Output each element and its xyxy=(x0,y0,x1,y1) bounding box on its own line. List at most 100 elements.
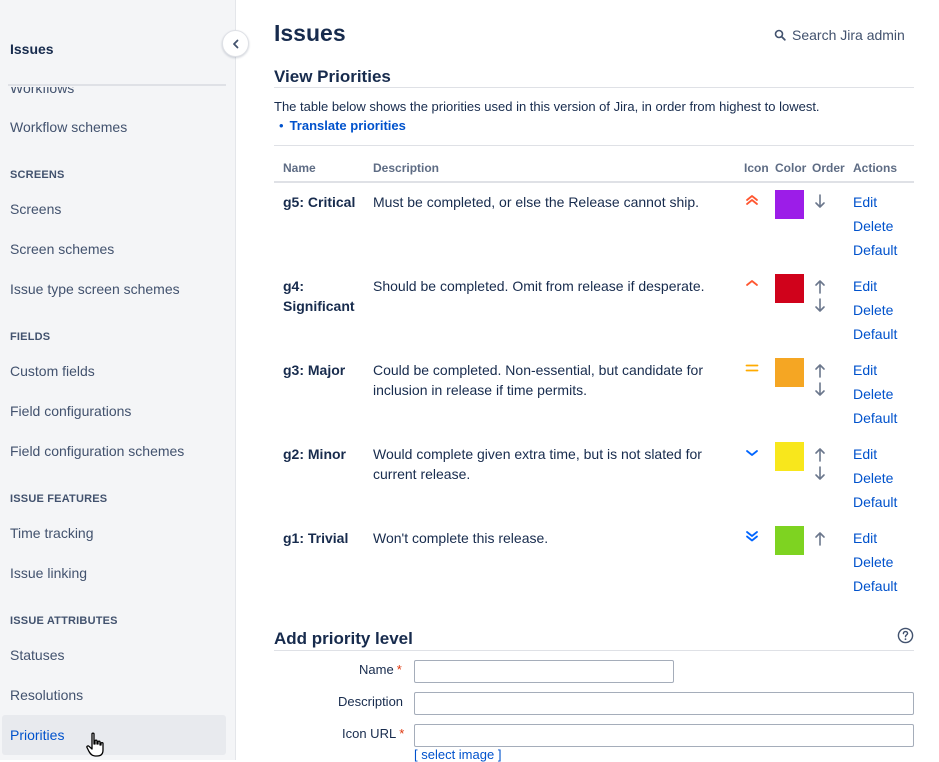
row-actions: Edit Delete Default xyxy=(853,190,913,262)
sidebar-title: Issues xyxy=(10,41,54,57)
translate-priorities-item: • Translate priorities xyxy=(279,118,406,133)
row-actions: Edit Delete Default xyxy=(853,274,913,346)
table-row: g3: Major Could be completed. Non-essent… xyxy=(274,350,914,434)
table-top-border xyxy=(274,145,914,146)
section-divider xyxy=(274,87,914,88)
section-divider xyxy=(274,650,914,651)
priority-description: Would complete given extra time, but is … xyxy=(373,446,702,482)
sidebar-item-screen-schemes[interactable]: Screen schemes xyxy=(10,241,114,257)
chevron-left-icon xyxy=(232,39,238,48)
order-controls xyxy=(812,276,828,316)
icon-url-input[interactable] xyxy=(414,724,914,747)
icon-url-label-text: Icon URL xyxy=(342,726,397,741)
sidebar-heading-screens: SCREENS xyxy=(10,169,65,181)
delete-link[interactable]: Delete xyxy=(853,382,913,406)
name-field-label: Name * xyxy=(359,662,402,677)
column-header-icon: Icon xyxy=(744,161,769,175)
column-header-order: Order xyxy=(812,161,845,175)
default-link[interactable]: Default xyxy=(853,574,913,598)
priority-description: Should be completed. Omit from release i… xyxy=(373,278,705,294)
priority-color-swatch xyxy=(775,442,804,471)
name-label-text: Name xyxy=(359,662,394,677)
sidebar-item-workflow-schemes[interactable]: Workflow schemes xyxy=(10,119,127,135)
priority-description: Won't complete this release. xyxy=(373,530,549,546)
edit-link[interactable]: Edit xyxy=(853,526,913,550)
default-link[interactable]: Default xyxy=(853,322,913,346)
order-controls xyxy=(812,444,828,484)
sidebar-item-issue-linking[interactable]: Issue linking xyxy=(10,565,87,581)
move-down-arrow-icon[interactable] xyxy=(812,464,828,484)
move-up-arrow-icon[interactable] xyxy=(812,528,828,548)
order-controls xyxy=(812,528,828,548)
collapse-sidebar-button[interactable] xyxy=(222,30,249,57)
row-actions: Edit Delete Default xyxy=(853,526,913,598)
table-row: g5: Critical Must be completed, or else … xyxy=(274,182,914,266)
priority-name: g1: Trivial xyxy=(283,530,349,546)
delete-link[interactable]: Delete xyxy=(853,466,913,490)
sidebar-heading-fields: FIELDS xyxy=(10,331,51,343)
table-row: g4: Significant Should be completed. Omi… xyxy=(274,266,914,350)
sidebar: Issues Workflows Workflow schemes SCREEN… xyxy=(0,0,236,760)
required-marker: * xyxy=(399,726,405,741)
move-down-arrow-icon[interactable] xyxy=(812,192,828,212)
sidebar-item-issue-type-screen-schemes[interactable]: Issue type screen schemes xyxy=(10,281,180,297)
lowest-priority-icon xyxy=(746,531,758,542)
sidebar-item-workflows[interactable]: Workflows xyxy=(10,87,210,98)
sidebar-item-field-configuration-schemes[interactable]: Field configuration schemes xyxy=(10,443,184,459)
sidebar-item-custom-fields[interactable]: Custom fields xyxy=(10,363,95,379)
priority-description: Could be completed. Non-essential, but c… xyxy=(373,362,703,398)
order-controls xyxy=(812,192,828,212)
edit-link[interactable]: Edit xyxy=(853,274,913,298)
medium-priority-icon xyxy=(745,364,759,372)
icon-url-field-label: Icon URL * xyxy=(342,726,404,741)
table-row: g2: Minor Would complete given extra tim… xyxy=(274,434,914,518)
default-link[interactable]: Default xyxy=(853,490,913,514)
help-icon[interactable] xyxy=(897,627,914,644)
move-down-arrow-icon[interactable] xyxy=(812,296,828,316)
translate-priorities-link[interactable]: Translate priorities xyxy=(290,118,406,133)
edit-link[interactable]: Edit xyxy=(853,190,913,214)
sidebar-divider xyxy=(8,84,226,86)
priority-color-swatch xyxy=(775,274,804,303)
bullet-icon: • xyxy=(279,118,284,133)
sidebar-heading-issue-attributes: ISSUE ATTRIBUTES xyxy=(10,615,118,627)
sidebar-item-time-tracking[interactable]: Time tracking xyxy=(10,525,94,541)
move-up-arrow-icon[interactable] xyxy=(812,276,828,296)
sidebar-item-field-configurations[interactable]: Field configurations xyxy=(10,403,131,419)
priority-color-swatch xyxy=(775,526,804,555)
row-actions: Edit Delete Default xyxy=(853,442,913,514)
sidebar-item-label: Workflows xyxy=(10,87,75,96)
delete-link[interactable]: Delete xyxy=(853,298,913,322)
default-link[interactable]: Default xyxy=(853,238,913,262)
priority-name: g2: Minor xyxy=(283,446,346,462)
edit-link[interactable]: Edit xyxy=(853,442,913,466)
move-down-arrow-icon[interactable] xyxy=(812,380,828,400)
delete-link[interactable]: Delete xyxy=(853,550,913,574)
description-input[interactable] xyxy=(414,692,914,715)
move-up-arrow-icon[interactable] xyxy=(812,444,828,464)
sidebar-item-priorities-label: Priorities xyxy=(10,727,65,743)
page-title: Issues xyxy=(274,20,346,46)
delete-link[interactable]: Delete xyxy=(853,214,913,238)
name-input[interactable] xyxy=(414,660,674,683)
move-up-arrow-icon[interactable] xyxy=(812,360,828,380)
edit-link[interactable]: Edit xyxy=(853,358,913,382)
table-row: g1: Trivial Won't complete this release.… xyxy=(274,518,914,602)
sidebar-item-screens[interactable]: Screens xyxy=(10,201,61,217)
view-priorities-description: The table below shows the priorities use… xyxy=(274,99,820,114)
row-actions: Edit Delete Default xyxy=(853,358,913,430)
search-label: Search Jira admin xyxy=(792,27,905,43)
default-link[interactable]: Default xyxy=(853,406,913,430)
priority-color-swatch xyxy=(775,358,804,387)
column-header-color: Color xyxy=(775,161,807,175)
highest-priority-icon xyxy=(746,195,758,205)
high-priority-icon xyxy=(746,280,758,286)
priority-description: Must be completed, or else the Release c… xyxy=(373,194,700,210)
search-jira-admin-button[interactable]: Search Jira admin xyxy=(774,27,905,43)
sidebar-heading-issue-features: ISSUE FEATURES xyxy=(10,493,108,505)
sidebar-item-statuses[interactable]: Statuses xyxy=(10,647,64,663)
sidebar-item-resolutions[interactable]: Resolutions xyxy=(10,687,83,703)
low-priority-icon xyxy=(746,450,758,456)
view-priorities-title: View Priorities xyxy=(274,67,391,86)
column-header-description: Description xyxy=(373,161,440,175)
